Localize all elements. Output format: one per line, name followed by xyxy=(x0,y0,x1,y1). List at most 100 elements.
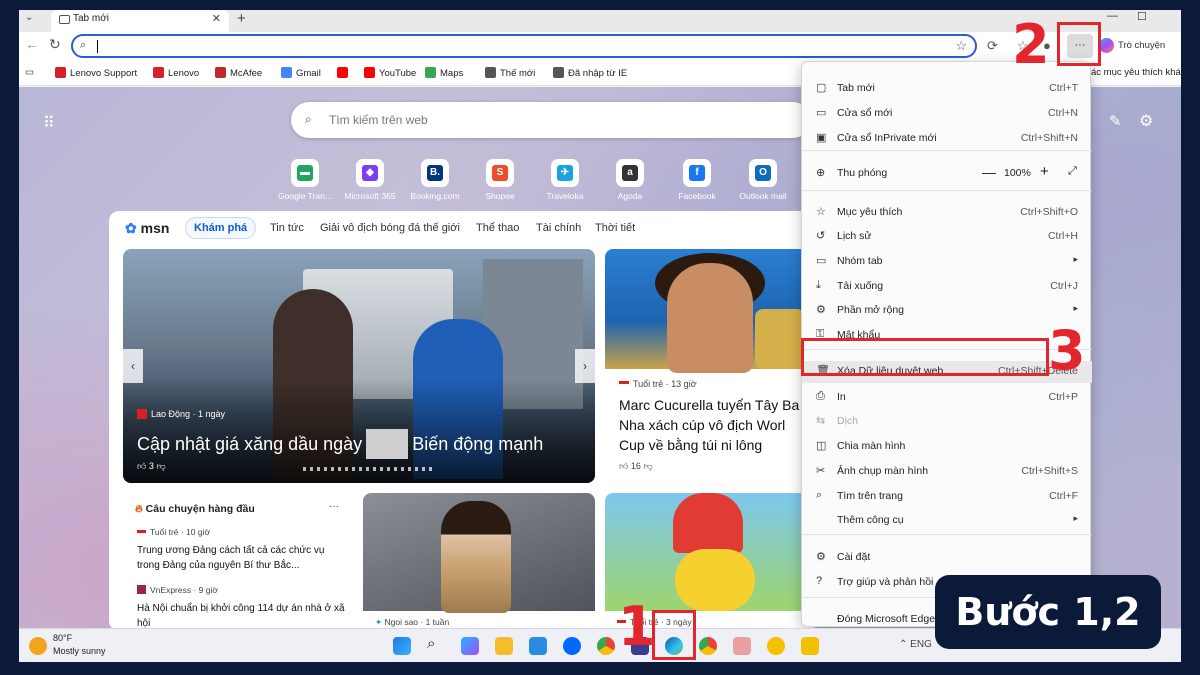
address-bar[interactable]: ⌕ ☆ xyxy=(71,34,977,58)
refresh-icon[interactable]: ↻ xyxy=(49,36,61,53)
app-icon[interactable] xyxy=(767,637,785,655)
menu-new-inprivate[interactable]: ▣ Cửa sổ InPrivate mới Ctrl+Shift+N xyxy=(802,128,1092,150)
copilot-button[interactable]: Trò chuyện xyxy=(1099,38,1165,53)
tray-chevron-icon[interactable]: ⌃ xyxy=(899,639,907,650)
bookmark-maps[interactable]: Maps xyxy=(425,67,463,79)
menu-downloads[interactable]: ⤓ Tải xuống Ctrl+J xyxy=(802,276,1092,298)
bookmark-lenovo[interactable]: Lenovo xyxy=(153,67,199,79)
menu-settings[interactable]: ⚙ Cài đặt xyxy=(802,547,1092,569)
store-icon[interactable] xyxy=(529,637,547,655)
reading-list-icon[interactable]: ▭ xyxy=(25,67,34,78)
page-settings-gear-icon[interactable]: ⚙ xyxy=(1139,111,1153,131)
chrome-icon[interactable] xyxy=(597,637,615,655)
msn-tab-explore[interactable]: Khám phá xyxy=(185,217,257,239)
quick-link-label: Traveloka xyxy=(546,191,584,201)
windows-start-icon[interactable] xyxy=(393,637,411,655)
weather-sun-icon xyxy=(29,637,47,655)
bookmark-lenovo-support[interactable]: Lenovo Support xyxy=(55,67,137,79)
menu-find-on-page[interactable]: ⌕ Tìm trên trang Ctrl+F xyxy=(802,486,1092,508)
thumbs-down-icon[interactable]: 👎︎ xyxy=(643,461,652,471)
menu-more-tools[interactable]: Thêm công cụ ▸ xyxy=(802,510,1092,532)
quick-link-0[interactable]: ▬ Google Tran... xyxy=(273,159,337,201)
new-tab-icon: ▢ xyxy=(816,82,827,94)
back-arrow-icon[interactable]: ← xyxy=(25,36,39,52)
msn-tab-sports[interactable]: Thể thao xyxy=(476,222,519,234)
quick-link-1[interactable]: ◆ Microsoft 365 xyxy=(338,159,402,201)
system-tray: ⌃ ENG xyxy=(899,639,932,650)
search-icon: ⌕ xyxy=(80,39,87,51)
bookmark-mcafee[interactable]: McAfee xyxy=(215,67,262,79)
menu-favorites[interactable]: ☆ Mục yêu thích Ctrl+Shift+O xyxy=(802,202,1092,224)
story-headline[interactable]: Trung ương Đảng cách tất cả các chức vụ … xyxy=(137,543,347,573)
quick-link-4[interactable]: ✈ Traveloka xyxy=(533,159,597,201)
favorite-star-icon[interactable]: ☆ xyxy=(955,38,967,54)
carousel-next-button[interactable]: › xyxy=(575,349,595,383)
msn-tab-world-cup[interactable]: Giải vô địch bóng đá thế giới xyxy=(320,222,460,234)
bookmark-youtube-short[interactable] xyxy=(337,67,352,79)
bookmark-gmail[interactable]: Gmail xyxy=(281,67,321,79)
thumbs-up-icon[interactable]: 👍︎ xyxy=(137,461,146,471)
edit-pen-icon[interactable]: ✎ xyxy=(1109,112,1122,130)
story-headline[interactable]: Hà Nội chuẩn bị khởi công 114 dự án nhà … xyxy=(137,601,347,631)
news-headline[interactable]: Marc Cucurella tuyển Tây Ba Nha xách cúp … xyxy=(619,395,815,455)
quick-link-logo-icon: f xyxy=(689,165,705,181)
app-icon[interactable] xyxy=(733,637,751,655)
tuoi-tre-logo-icon xyxy=(137,530,146,533)
file-explorer-icon[interactable] xyxy=(495,637,513,655)
quick-link-3[interactable]: S Shopee xyxy=(468,159,532,201)
quick-link-2[interactable]: B. Booking.com xyxy=(403,159,467,201)
minimize-icon[interactable]: — xyxy=(1107,10,1118,22)
chrome-icon[interactable] xyxy=(699,637,717,655)
menu-new-tab[interactable]: ▢ Tab mới Ctrl+T xyxy=(802,78,1092,100)
taskbar-search-icon[interactable]: ⌕ xyxy=(427,635,445,653)
msn-tab-news[interactable]: Tin tức xyxy=(270,222,304,234)
bookmark-youtube[interactable]: YouTube xyxy=(364,67,416,79)
app-launcher-icon[interactable]: ⠿ xyxy=(43,113,55,133)
menu-tab-groups[interactable]: ▭ Nhóm tab ▸ xyxy=(802,251,1092,273)
msn-tab-finance[interactable]: Tài chính xyxy=(536,222,581,234)
menu-screenshot[interactable]: ✂ Ảnh chụp màn hình Ctrl+Shift+S xyxy=(802,461,1092,483)
bookmark-other-favorites[interactable]: ác mục yêu thích khác xyxy=(1091,67,1181,78)
quick-link-6[interactable]: f Facebook xyxy=(665,159,729,201)
news-card-cucurella[interactable]: Tuổi trẻ · 13 giờ Marc Cucurella tuyển T… xyxy=(605,249,815,483)
bookmark-label: Lenovo Support xyxy=(70,68,138,79)
zoom-in-button[interactable]: + xyxy=(1040,163,1049,180)
new-tab-plus-icon[interactable]: + xyxy=(237,10,246,27)
tab-menu-chevron-icon[interactable]: ⌄ xyxy=(25,12,33,23)
menu-zoom[interactable]: ⊕ Thu phóng — 100% + ⤢ xyxy=(802,163,1092,185)
quick-link-7[interactable]: O Outlook mail xyxy=(731,159,795,201)
thumbs-down-icon[interactable]: 👎︎ xyxy=(156,461,165,471)
quick-link-5[interactable]: a Agoda xyxy=(598,159,662,201)
zalo-icon[interactable] xyxy=(563,637,581,655)
menu-history[interactable]: ↺ Lịch sử Ctrl+H xyxy=(802,226,1092,248)
news-card-fashion[interactable]: ✦ Ngoi sao · 1 tuần xyxy=(363,493,595,633)
bookmark-imported-ie[interactable]: Đã nhập từ IE xyxy=(553,67,627,79)
step-number-3: 3 xyxy=(1048,319,1086,382)
msn-logo[interactable]: ✿ msn xyxy=(125,220,169,237)
menu-new-window[interactable]: ▭ Cửa sổ mới Ctrl+N xyxy=(802,103,1092,125)
bookmark-the-moi[interactable]: Thế mới xyxy=(485,67,535,79)
submenu-arrow-icon: ▸ xyxy=(1073,303,1078,313)
copilot-taskbar-icon[interactable] xyxy=(461,637,479,655)
more-options-icon[interactable]: ··· xyxy=(329,501,339,512)
msn-tab-weather[interactable]: Thời tiết xyxy=(595,222,635,234)
bookmark-favicon-icon xyxy=(55,67,66,78)
featured-news-card[interactable]: ‹ › Lao Động · 1 ngày Cập nhật giá xăng … xyxy=(123,249,595,483)
menu-item-label: Cửa sổ InPrivate mới xyxy=(837,132,937,144)
carousel-prev-button[interactable]: ‹ xyxy=(123,349,143,383)
menu-split-screen[interactable]: ◫ Chia màn hình xyxy=(802,436,1092,458)
web-search-box[interactable]: ⌕ Tìm kiếm trên web xyxy=(291,102,811,138)
tray-language[interactable]: ENG xyxy=(910,639,932,650)
app-icon[interactable] xyxy=(801,637,819,655)
fullscreen-icon[interactable]: ⤢ xyxy=(1068,165,1077,178)
thumbs-up-icon[interactable]: 👍︎ xyxy=(619,461,628,471)
carousel-dots xyxy=(303,467,433,471)
step-number-2: 2 xyxy=(1012,13,1050,76)
tab-close-icon[interactable]: ✕ xyxy=(212,12,221,25)
menu-print[interactable]: ⎙ In Ctrl+P xyxy=(802,387,1092,409)
maximize-icon[interactable]: ☐ xyxy=(1137,10,1147,23)
zoom-out-button[interactable]: — xyxy=(982,164,996,180)
news-headline[interactable]: Cập nhật giá xăng dầu ngày Biến động mạnh xyxy=(137,429,543,459)
tab-new-tab[interactable]: Tab mới ✕ xyxy=(51,10,229,32)
extensions-icon[interactable]: ⟳ xyxy=(987,38,998,54)
